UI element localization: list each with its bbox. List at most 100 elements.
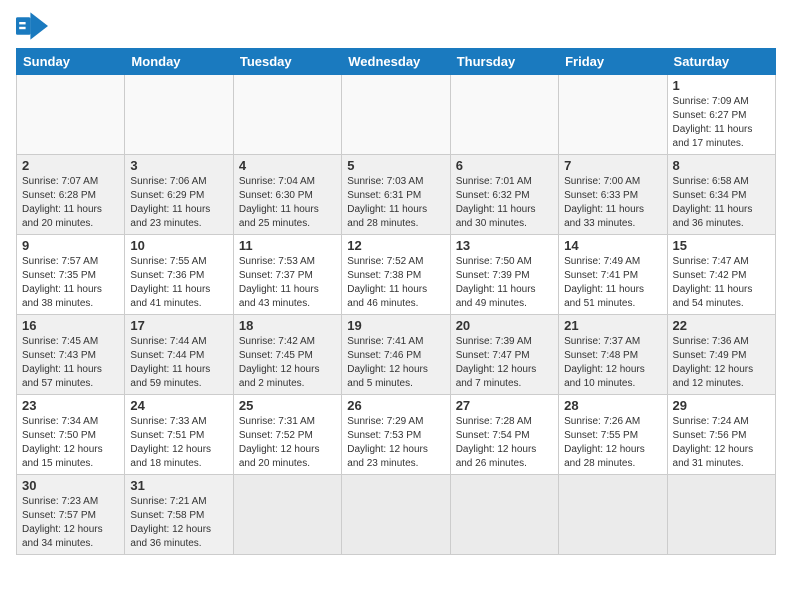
day-info: Sunrise: 7:49 AM Sunset: 7:41 PM Dayligh…	[564, 255, 661, 311]
calendar-header-thursday: Thursday	[450, 49, 558, 75]
day-number: 1	[673, 78, 770, 93]
day-number: 25	[239, 398, 336, 413]
calendar-cell: 16 Sunrise: 7:45 AM Sunset: 7:43 PM Dayli…	[17, 315, 125, 395]
calendar-cell: 25 Sunrise: 7:31 AM Sunset: 7:52 PM Dayli…	[233, 395, 341, 475]
day-number: 23	[22, 398, 119, 413]
calendar-cell: 14 Sunrise: 7:49 AM Sunset: 7:41 PM Dayli…	[559, 235, 667, 315]
calendar-cell: 10 Sunrise: 7:55 AM Sunset: 7:36 PM Dayli…	[125, 235, 233, 315]
day-info: Sunrise: 7:09 AM Sunset: 6:27 PM Dayligh…	[673, 95, 770, 151]
header	[16, 12, 776, 40]
calendar-header-monday: Monday	[125, 49, 233, 75]
calendar-cell: 31 Sunrise: 7:21 AM Sunset: 7:58 PM Dayli…	[125, 475, 233, 555]
day-number: 18	[239, 318, 336, 333]
calendar-cell: 15Sunrise: 7:47 AM Sunset: 7:42 PM Dayli…	[667, 235, 775, 315]
day-info: Sunrise: 7:45 AM Sunset: 7:43 PM Dayligh…	[22, 335, 119, 391]
calendar-week-row: 23 Sunrise: 7:34 AM Sunset: 7:50 PM Dayli…	[17, 395, 776, 475]
day-number: 24	[130, 398, 227, 413]
calendar-cell: 8Sunrise: 6:58 AM Sunset: 6:34 PM Daylig…	[667, 155, 775, 235]
day-number: 29	[673, 398, 770, 413]
day-number: 28	[564, 398, 661, 413]
calendar-cell	[559, 475, 667, 555]
day-info: Sunrise: 7:37 AM Sunset: 7:48 PM Dayligh…	[564, 335, 661, 391]
day-info: Sunrise: 7:55 AM Sunset: 7:36 PM Dayligh…	[130, 255, 227, 311]
day-number: 12	[347, 238, 444, 253]
calendar-cell: 12 Sunrise: 7:52 AM Sunset: 7:38 PM Dayli…	[342, 235, 450, 315]
calendar-cell	[125, 75, 233, 155]
calendar-cell: 9 Sunrise: 7:57 AM Sunset: 7:35 PM Daylig…	[17, 235, 125, 315]
calendar-cell: 21 Sunrise: 7:37 AM Sunset: 7:48 PM Dayli…	[559, 315, 667, 395]
calendar-cell: 30Sunrise: 7:23 AM Sunset: 7:57 PM Dayli…	[17, 475, 125, 555]
calendar-cell: 27Sunrise: 7:28 AM Sunset: 7:54 PM Dayli…	[450, 395, 558, 475]
page: SundayMondayTuesdayWednesdayThursdayFrid…	[0, 0, 792, 563]
calendar-cell: 24Sunrise: 7:33 AM Sunset: 7:51 PM Dayli…	[125, 395, 233, 475]
calendar-cell: 19Sunrise: 7:41 AM Sunset: 7:46 PM Dayli…	[342, 315, 450, 395]
day-number: 20	[456, 318, 553, 333]
calendar-cell: 13Sunrise: 7:50 AM Sunset: 7:39 PM Dayli…	[450, 235, 558, 315]
calendar-cell: 17 Sunrise: 7:44 AM Sunset: 7:44 PM Dayli…	[125, 315, 233, 395]
day-info: Sunrise: 7:47 AM Sunset: 7:42 PM Dayligh…	[673, 255, 770, 311]
calendar-cell: 11 Sunrise: 7:53 AM Sunset: 7:37 PM Dayli…	[233, 235, 341, 315]
day-info: Sunrise: 7:00 AM Sunset: 6:33 PM Dayligh…	[564, 175, 661, 231]
day-info: Sunrise: 7:28 AM Sunset: 7:54 PM Dayligh…	[456, 415, 553, 471]
day-info: Sunrise: 7:39 AM Sunset: 7:47 PM Dayligh…	[456, 335, 553, 391]
calendar-cell: 29 Sunrise: 7:24 AM Sunset: 7:56 PM Dayli…	[667, 395, 775, 475]
calendar-week-row: 9 Sunrise: 7:57 AM Sunset: 7:35 PM Daylig…	[17, 235, 776, 315]
calendar-cell: 4 Sunrise: 7:04 AM Sunset: 6:30 PM Daylig…	[233, 155, 341, 235]
calendar-cell	[559, 75, 667, 155]
calendar-cell	[233, 475, 341, 555]
day-number: 10	[130, 238, 227, 253]
calendar-week-row: 2Sunrise: 7:07 AM Sunset: 6:28 PM Daylig…	[17, 155, 776, 235]
calendar-cell: 2Sunrise: 7:07 AM Sunset: 6:28 PM Daylig…	[17, 155, 125, 235]
calendar-week-row: 16 Sunrise: 7:45 AM Sunset: 7:43 PM Dayli…	[17, 315, 776, 395]
calendar-header-saturday: Saturday	[667, 49, 775, 75]
day-number: 4	[239, 158, 336, 173]
day-number: 14	[564, 238, 661, 253]
day-info: Sunrise: 7:34 AM Sunset: 7:50 PM Dayligh…	[22, 415, 119, 471]
day-info: Sunrise: 7:07 AM Sunset: 6:28 PM Dayligh…	[22, 175, 119, 231]
day-number: 21	[564, 318, 661, 333]
day-info: Sunrise: 7:04 AM Sunset: 6:30 PM Dayligh…	[239, 175, 336, 231]
day-info: Sunrise: 6:58 AM Sunset: 6:34 PM Dayligh…	[673, 175, 770, 231]
calendar-header-tuesday: Tuesday	[233, 49, 341, 75]
calendar-cell	[342, 75, 450, 155]
day-info: Sunrise: 7:24 AM Sunset: 7:56 PM Dayligh…	[673, 415, 770, 471]
day-info: Sunrise: 7:42 AM Sunset: 7:45 PM Dayligh…	[239, 335, 336, 391]
calendar-cell: 22 Sunrise: 7:36 AM Sunset: 7:49 PM Dayli…	[667, 315, 775, 395]
calendar-cell: 20 Sunrise: 7:39 AM Sunset: 7:47 PM Dayli…	[450, 315, 558, 395]
day-number: 31	[130, 478, 227, 493]
day-info: Sunrise: 7:03 AM Sunset: 6:31 PM Dayligh…	[347, 175, 444, 231]
day-info: Sunrise: 7:31 AM Sunset: 7:52 PM Dayligh…	[239, 415, 336, 471]
day-number: 9	[22, 238, 119, 253]
calendar-cell	[450, 75, 558, 155]
day-info: Sunrise: 7:36 AM Sunset: 7:49 PM Dayligh…	[673, 335, 770, 391]
calendar-cell: 28Sunrise: 7:26 AM Sunset: 7:55 PM Dayli…	[559, 395, 667, 475]
day-number: 7	[564, 158, 661, 173]
day-info: Sunrise: 7:21 AM Sunset: 7:58 PM Dayligh…	[130, 495, 227, 551]
calendar-cell: 18 Sunrise: 7:42 AM Sunset: 7:45 PM Dayli…	[233, 315, 341, 395]
calendar-cell	[342, 475, 450, 555]
calendar-cell: 1 Sunrise: 7:09 AM Sunset: 6:27 PM Daylig…	[667, 75, 775, 155]
calendar-cell: 23 Sunrise: 7:34 AM Sunset: 7:50 PM Dayli…	[17, 395, 125, 475]
day-number: 16	[22, 318, 119, 333]
day-number: 22	[673, 318, 770, 333]
day-number: 3	[130, 158, 227, 173]
calendar-cell: 5Sunrise: 7:03 AM Sunset: 6:31 PM Daylig…	[342, 155, 450, 235]
calendar-cell: 6Sunrise: 7:01 AM Sunset: 6:32 PM Daylig…	[450, 155, 558, 235]
calendar-cell: 7 Sunrise: 7:00 AM Sunset: 6:33 PM Daylig…	[559, 155, 667, 235]
day-info: Sunrise: 7:44 AM Sunset: 7:44 PM Dayligh…	[130, 335, 227, 391]
calendar-week-row: 30Sunrise: 7:23 AM Sunset: 7:57 PM Dayli…	[17, 475, 776, 555]
calendar-header-sunday: Sunday	[17, 49, 125, 75]
day-info: Sunrise: 7:52 AM Sunset: 7:38 PM Dayligh…	[347, 255, 444, 311]
calendar-cell	[667, 475, 775, 555]
day-number: 26	[347, 398, 444, 413]
day-number: 17	[130, 318, 227, 333]
day-info: Sunrise: 7:41 AM Sunset: 7:46 PM Dayligh…	[347, 335, 444, 391]
calendar-cell	[233, 75, 341, 155]
day-number: 30	[22, 478, 119, 493]
logo	[16, 12, 52, 40]
calendar-cell: 26Sunrise: 7:29 AM Sunset: 7:53 PM Dayli…	[342, 395, 450, 475]
day-info: Sunrise: 7:57 AM Sunset: 7:35 PM Dayligh…	[22, 255, 119, 311]
calendar-header-friday: Friday	[559, 49, 667, 75]
day-number: 11	[239, 238, 336, 253]
day-info: Sunrise: 7:53 AM Sunset: 7:37 PM Dayligh…	[239, 255, 336, 311]
